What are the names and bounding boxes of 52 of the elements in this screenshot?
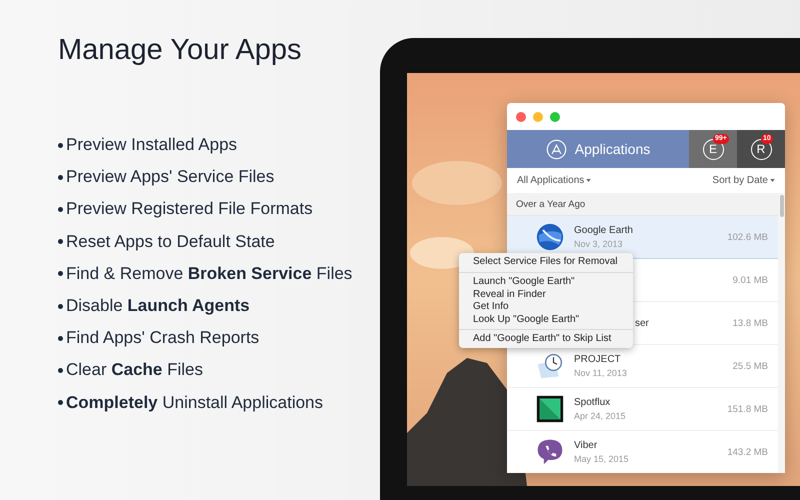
app-name: PROJECT: [574, 354, 622, 365]
tab[interactable]: Applications: [507, 130, 689, 168]
phone-bubble-icon: [536, 438, 564, 466]
app-size: 25.5 MB: [732, 360, 768, 372]
app-name: Viber: [574, 440, 598, 451]
section-header: Over a Year Ago: [507, 193, 778, 216]
sort-dropdown[interactable]: Sort by Date: [712, 175, 775, 186]
bullet-icon: [58, 239, 63, 244]
bullet-icon: [58, 142, 63, 148]
app-icon: [536, 395, 564, 423]
app-size: 9.01 MB: [732, 274, 768, 286]
close-button[interactable]: [516, 112, 526, 122]
feature-text: Preview Apps' Service Files: [66, 167, 274, 188]
bullet-icon: [58, 304, 63, 309]
app-name: Google Earth: [574, 225, 634, 236]
scrollbar-thumb[interactable]: [780, 195, 784, 217]
tab-label: Applications: [574, 141, 650, 157]
app-size: 151.8 MB: [727, 404, 768, 414]
app-size: 102.6 MB: [727, 232, 768, 242]
feature-text: Reset Apps to Default State: [66, 232, 275, 252]
bullet-icon: [58, 174, 63, 180]
feature-text: Find Apps' Crash Reports: [66, 328, 260, 348]
app-name: ser: [635, 318, 650, 328]
zoom-button[interactable]: [550, 112, 560, 122]
app-name: Spotflux: [574, 397, 612, 408]
app-date: Nov 11, 2013: [574, 368, 628, 378]
app-row[interactable]: Viber May 15, 2015 143.2 MB: [507, 431, 778, 473]
clock-document-icon: [536, 352, 564, 380]
caret-icon: [770, 179, 775, 182]
app-size: 13.8 MB: [732, 318, 768, 328]
caret-icon: [586, 179, 592, 182]
bullet-icon: [58, 400, 63, 406]
app-date: Apr 24, 2015: [574, 411, 627, 421]
feature-text: Clear Cache Files: [66, 360, 204, 380]
app-size: 143.2 MB: [727, 446, 768, 458]
app-date: May 15, 2015: [574, 454, 630, 464]
bullet-icon: [58, 271, 63, 276]
page-heading: Manage Your Apps: [58, 34, 302, 67]
bullet-icon: [58, 206, 63, 212]
feature-text: Completely Uninstall Applications: [66, 392, 324, 413]
globe-icon: [536, 223, 564, 251]
app-row[interactable]: Spotflux Apr 24, 2015 151.8 MB: [507, 388, 778, 431]
bullet-icon: [58, 336, 63, 341]
app-date: Nov 3, 2013: [574, 239, 624, 249]
feature-text: Disable Launch Agents: [66, 296, 250, 316]
minimize-button[interactable]: [533, 112, 543, 122]
feature-text: Find & Remove Broken Service Files: [66, 264, 352, 284]
feature-text: Preview Installed Apps: [66, 135, 238, 156]
app-store-icon: [546, 138, 567, 160]
feature-text: Preview Registered File Formats: [66, 199, 313, 220]
bullet-icon: [58, 368, 63, 373]
filter-dropdown[interactable]: All Applications: [517, 175, 592, 186]
